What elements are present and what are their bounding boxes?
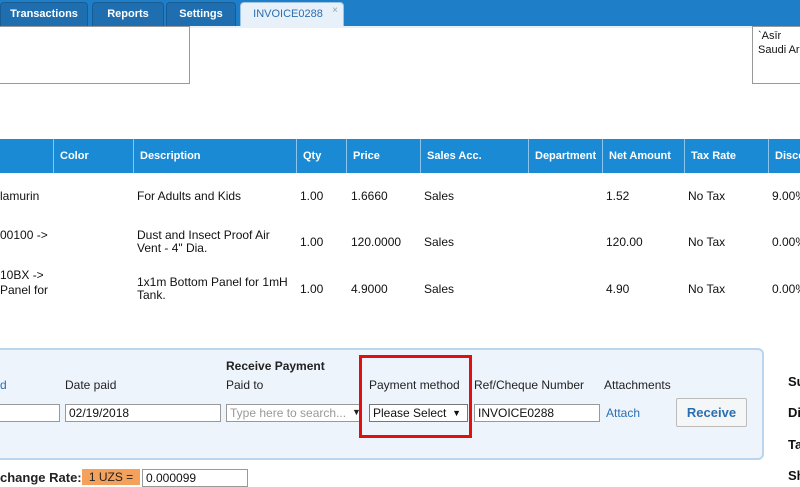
- summary-label: Sh: [788, 468, 800, 483]
- ref-cheque-field[interactable]: INVOICE0288: [474, 404, 600, 422]
- tab-label: INVOICE0288: [253, 8, 323, 20]
- tab-invoice[interactable]: INVOICE0288 ×: [240, 2, 344, 26]
- item-net: 4.90: [606, 282, 630, 296]
- col-qty: Qty: [296, 139, 346, 173]
- receive-button[interactable]: Receive: [676, 398, 747, 427]
- tab-bar: Transactions Reports Settings INVOICE028…: [0, 0, 800, 26]
- amount-field[interactable]: [0, 404, 60, 422]
- exchange-rate-field[interactable]: 0.000099: [142, 469, 248, 487]
- tab-label: Reports: [107, 8, 149, 20]
- item-sales-acc: Sales: [424, 282, 455, 296]
- cut-label: d: [0, 378, 7, 392]
- item-discount: 9.00%: [772, 189, 800, 203]
- item-price: 120.0000: [351, 235, 402, 249]
- attachments-label: Attachments: [604, 378, 671, 392]
- tab-reports[interactable]: Reports: [92, 2, 164, 26]
- col-department: Department: [528, 139, 602, 173]
- item-price: 4.9000: [351, 282, 388, 296]
- item-discount: 0.00%: [772, 282, 800, 296]
- item-net: 1.52: [606, 189, 630, 203]
- col-discount: Disco: [768, 139, 800, 173]
- tab-label: Transactions: [10, 8, 78, 20]
- address-box: `Asīr Saudi Ar: [752, 26, 800, 84]
- table-header: Color Description Qty Price Sales Acc. D…: [0, 139, 800, 173]
- date-paid-field[interactable]: 02/19/2018: [65, 404, 221, 422]
- col-price: Price: [346, 139, 420, 173]
- date-paid-label: Date paid: [65, 378, 117, 392]
- ref-cheque-label: Ref/Cheque Number: [474, 378, 585, 392]
- address-line: Saudi Ar: [758, 44, 800, 56]
- tab-transactions[interactable]: Transactions: [0, 2, 88, 26]
- item-sales-acc: Sales: [424, 189, 455, 203]
- summary-label: Ta: [788, 437, 800, 452]
- tab-label: Settings: [179, 8, 223, 20]
- customer-box: [0, 26, 190, 84]
- item-code: 10BX ->: [0, 268, 44, 282]
- item-description: Dust and Insect Proof Air Vent - 4" Dia.: [137, 228, 270, 255]
- item-code-line2: Panel for: [0, 283, 49, 297]
- item-description: For Adults and Kids: [137, 189, 242, 203]
- item-tax: No Tax: [688, 235, 726, 249]
- item-price: 1.6660: [351, 189, 388, 203]
- item-qty: 1.00: [300, 235, 324, 249]
- item-qty: 1.00: [300, 282, 324, 296]
- item-tax: No Tax: [688, 189, 726, 203]
- col-sales-acc: Sales Acc.: [420, 139, 528, 173]
- col-color: Color: [53, 139, 134, 173]
- summary-label: Su: [788, 374, 800, 389]
- item-code: 00100 ->: [0, 228, 48, 242]
- address-line: `Asīr: [758, 30, 782, 42]
- item-discount: 0.00%: [772, 235, 800, 249]
- summary-label: Di: [788, 405, 800, 420]
- close-icon[interactable]: ×: [332, 0, 338, 22]
- paid-to-placeholder: Type here to search...: [230, 406, 347, 420]
- item-qty: 1.00: [300, 189, 324, 203]
- item-description: 1x1m Bottom Panel for 1mH Tank.: [137, 275, 288, 302]
- col-net-amount: Net Amount: [602, 139, 684, 173]
- paid-to-search-field[interactable]: Type here to search...: [226, 404, 360, 422]
- item-code: lamurin: [0, 189, 40, 203]
- tab-settings[interactable]: Settings: [166, 2, 236, 26]
- col-description: Description: [133, 139, 296, 173]
- paid-to-label: Paid to: [226, 378, 264, 392]
- item-net: 120.00: [606, 235, 643, 249]
- attach-link[interactable]: Attach: [606, 406, 640, 420]
- item-sales-acc: Sales: [424, 235, 455, 249]
- col-tax-rate: Tax Rate: [684, 139, 768, 173]
- item-tax: No Tax: [688, 282, 726, 296]
- receive-payment-heading: Receive Payment: [226, 359, 325, 373]
- highlight-box: [359, 355, 472, 438]
